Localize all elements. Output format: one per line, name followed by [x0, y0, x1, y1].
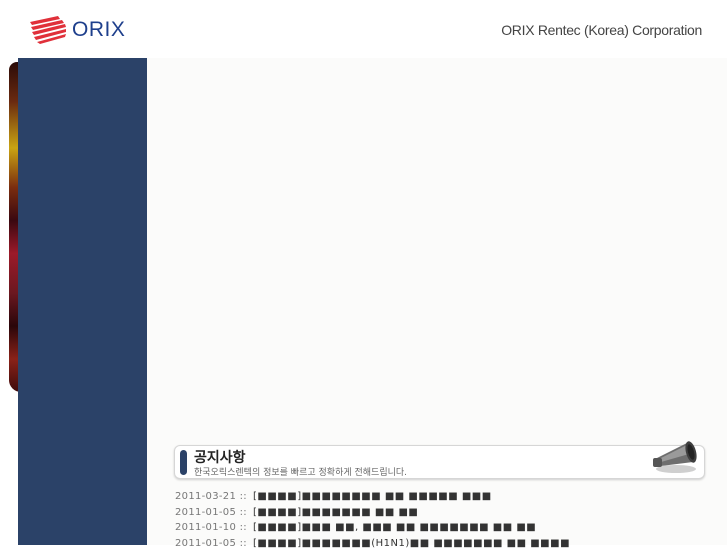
notice-title: 공지사항: [194, 447, 246, 467]
side-navigation-panel: [18, 58, 147, 545]
list-item[interactable]: 2011-01-10 :: [■■■■]■■■ ■■, ■■■ ■■ ■■■■■…: [175, 520, 715, 536]
news-list: 2011-03-21 :: [■■■■]■■■■■■■■ ■■ ■■■■■ ■■…: [175, 489, 715, 551]
header: ORIX ORIX Rentec (Korea) Corporation: [0, 0, 727, 58]
news-title-link[interactable]: [■■■■]■■■■■■■(H1N1)■■ ■■■■■■■ ■■ ■■■■: [253, 536, 570, 551]
logo-text: ORIX: [72, 18, 125, 42]
news-title-link[interactable]: [■■■■]■■■■■■■■ ■■ ■■■■■ ■■■: [253, 489, 492, 505]
notice-accent-bar: [180, 450, 187, 475]
news-date: 2011-03-21 ::: [175, 489, 253, 505]
megaphone-icon: [651, 432, 701, 476]
orix-logo[interactable]: ORIX: [28, 14, 125, 46]
notice-header: 공지사항 한국오릭스렌텍의 정보를 빠르고 정확하게 전해드립니다.: [174, 445, 705, 479]
news-title-link[interactable]: [■■■■]■■■■■■■ ■■ ■■: [253, 505, 418, 521]
news-title-link[interactable]: [■■■■]■■■ ■■, ■■■ ■■ ■■■■■■■ ■■ ■■: [253, 520, 536, 536]
company-name: ORIX Rentec (Korea) Corporation: [501, 22, 702, 38]
notice-subtitle: 한국오릭스렌텍의 정보를 빠르고 정확하게 전해드립니다.: [194, 465, 407, 478]
orix-logo-icon: [28, 14, 68, 46]
news-date: 2011-01-05 ::: [175, 536, 253, 551]
news-date: 2011-01-05 ::: [175, 505, 253, 521]
list-item[interactable]: 2011-01-05 :: [■■■■]■■■■■■■(H1N1)■■ ■■■■…: [175, 536, 715, 551]
news-date: 2011-01-10 ::: [175, 520, 253, 536]
list-item[interactable]: 2011-03-21 :: [■■■■]■■■■■■■■ ■■ ■■■■■ ■■…: [175, 489, 715, 505]
list-item[interactable]: 2011-01-05 :: [■■■■]■■■■■■■ ■■ ■■: [175, 505, 715, 521]
